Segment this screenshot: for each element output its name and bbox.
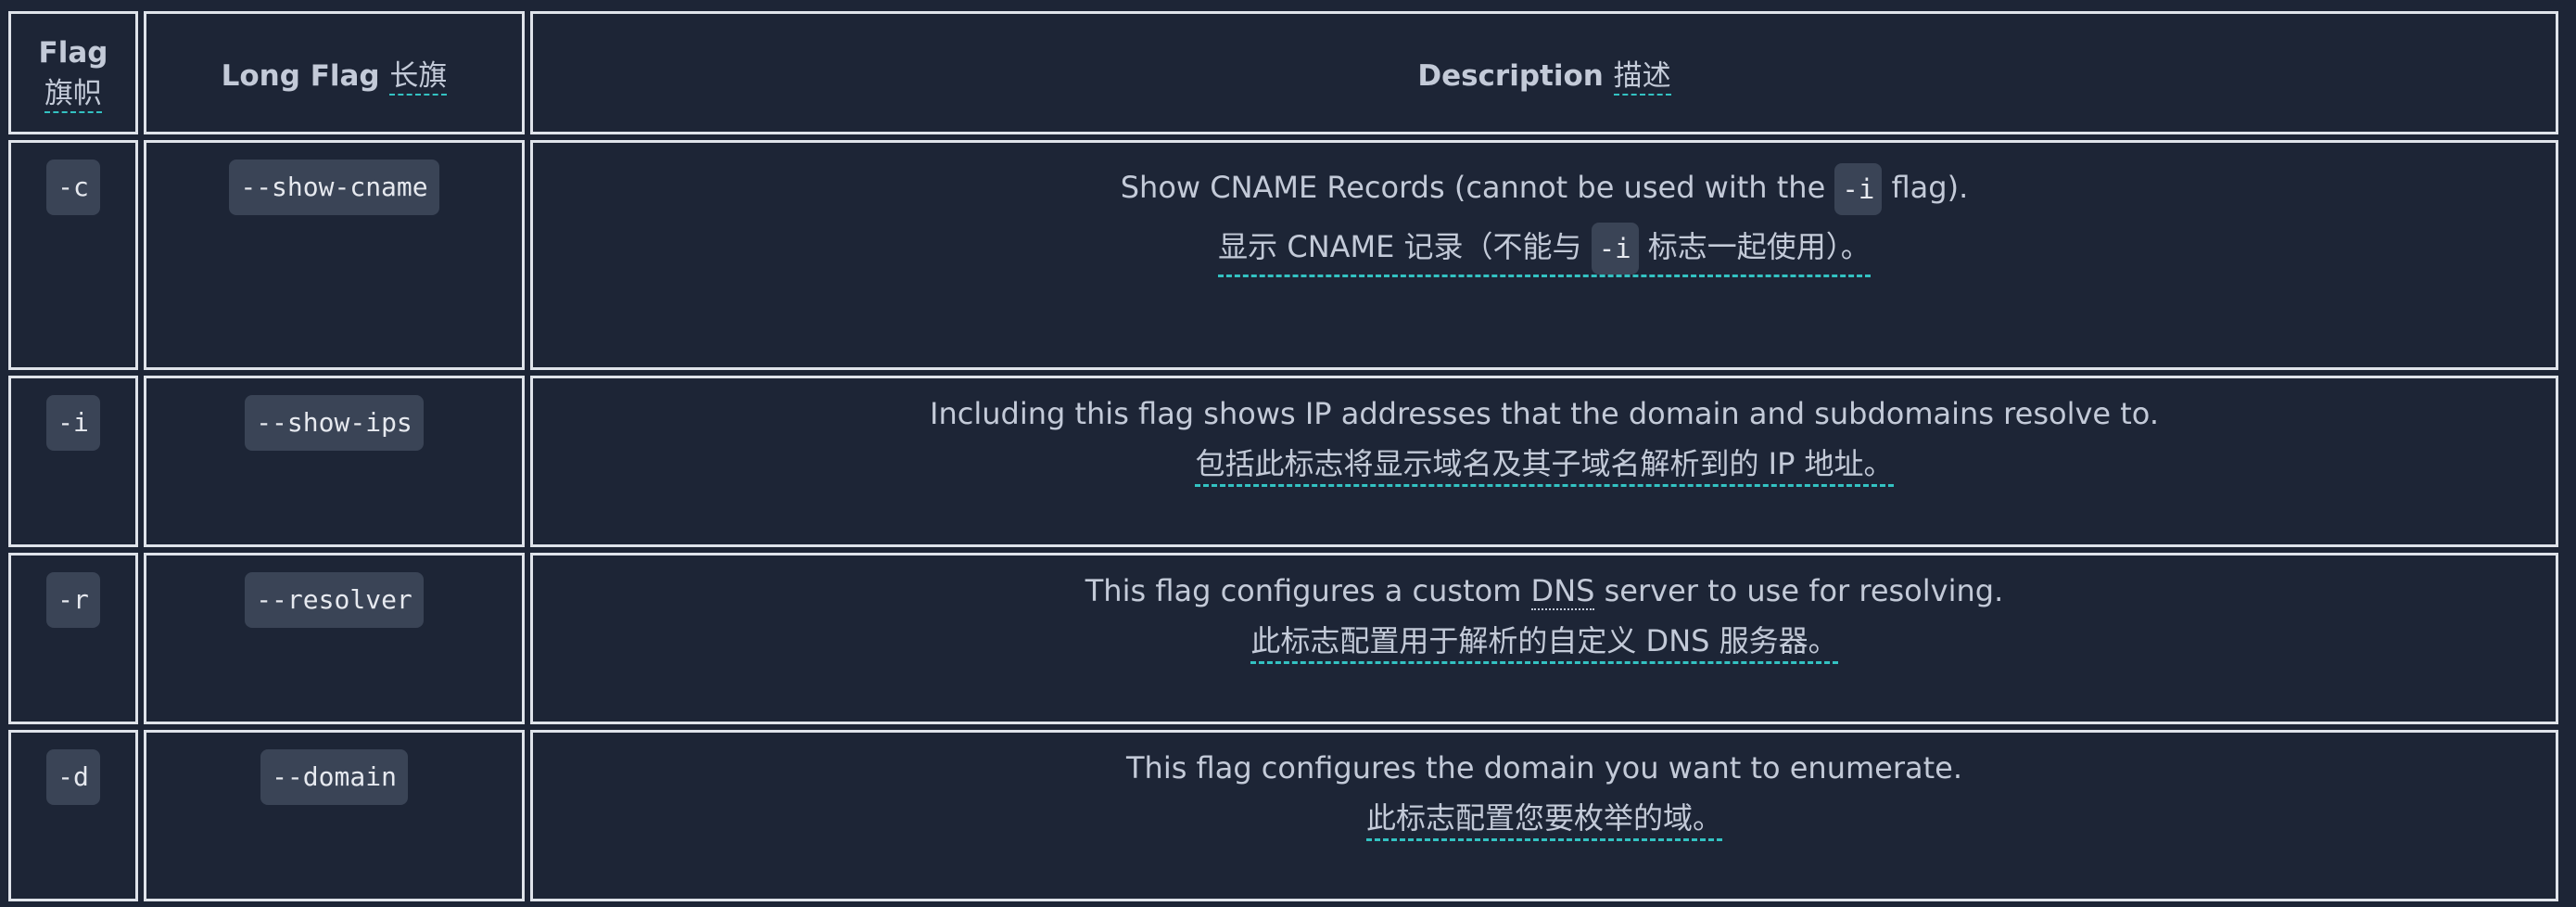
- description-en: Show CNAME Records (cannot be used with …: [534, 163, 2555, 215]
- description-en: Including this flag shows IP addresses t…: [930, 396, 2159, 431]
- description-en: This flag configures a custom DNS server…: [534, 567, 2555, 615]
- header-flag-zh: 旗帜: [44, 76, 102, 113]
- header-long-en: Long Flag: [221, 59, 380, 93]
- table-row: -i --show-ips Including this flag shows …: [8, 376, 2558, 547]
- inline-code: -i: [1834, 163, 1883, 215]
- flag-code: -r: [46, 572, 100, 628]
- flag-cell: -i: [8, 376, 138, 547]
- description-zh-line: 显示 CNAME 记录（不能与 -i 标志一起使用）。: [534, 223, 2555, 277]
- header-desc-zh: 描述: [1613, 59, 1671, 96]
- description-zh: 此标志配置用于解析的自定义 DNS 服务器。: [1250, 620, 1838, 664]
- description-zh-line: 包括此标志将显示域名及其子域名解析到的 IP 地址。: [534, 443, 2555, 487]
- flag-cell: -d: [8, 730, 138, 901]
- table-row: -c --show-cname Show CNAME Records (cann…: [8, 140, 2558, 370]
- flag-code: -c: [46, 160, 100, 215]
- description-zh-text: 显示 CNAME 记录（不能与: [1218, 229, 1582, 264]
- long-flag-code: --domain: [260, 749, 408, 805]
- description-cell: Show CNAME Records (cannot be used with …: [530, 140, 2558, 370]
- flag-cell: -r: [8, 553, 138, 724]
- long-flag-cell: --show-cname: [144, 140, 525, 370]
- long-flag-cell: --resolver: [144, 553, 525, 724]
- description-en: This flag configures the domain you want…: [1125, 750, 1963, 786]
- table-row: -r --resolver This flag configures a cus…: [8, 553, 2558, 724]
- header-flag-en: Flag: [38, 35, 108, 70]
- description-zh: 包括此标志将显示域名及其子域名解析到的 IP 地址。: [1195, 443, 1894, 487]
- description-en-text: server to use for resolving.: [1604, 573, 2004, 608]
- header-long-flag: Long Flag 长旗: [144, 11, 525, 134]
- long-flag-code: --resolver: [245, 572, 424, 628]
- description-zh: 此标志配置您要枚举的域。: [1365, 798, 1722, 841]
- long-flag-cell: --domain: [144, 730, 525, 901]
- description-cell: Including this flag shows IP addresses t…: [530, 376, 2558, 547]
- inline-code: -i: [1591, 223, 1639, 275]
- description-zh: 显示 CNAME 记录（不能与 -i 标志一起使用）。: [1218, 223, 1871, 277]
- description-zh-line: 此标志配置您要枚举的域。: [534, 798, 2555, 841]
- header-description: Description 描述: [530, 11, 2558, 134]
- description-en-text: This flag configures a custom: [1085, 573, 1522, 608]
- long-flag-cell: --show-ips: [144, 376, 525, 547]
- flag-code: -d: [46, 749, 100, 805]
- flag-cell: -c: [8, 140, 138, 370]
- table-row: -d --domain This flag configures the dom…: [8, 730, 2558, 901]
- header-long-zh: 长旗: [389, 59, 448, 96]
- description-en-text: flag).: [1891, 170, 1969, 205]
- long-flag-code: --show-ips: [245, 395, 424, 451]
- dns-abbreviation[interactable]: DNS: [1530, 573, 1595, 610]
- description-cell: This flag configures a custom DNS server…: [530, 553, 2558, 724]
- header-flag: Flag 旗帜: [8, 11, 138, 134]
- header-desc-en: Description: [1417, 59, 1604, 93]
- table-header-row: Flag 旗帜 Long Flag 长旗 Description 描述: [8, 11, 2558, 134]
- description-en-text: Show CNAME Records (cannot be used with …: [1120, 170, 1826, 205]
- flags-table: Flag 旗帜 Long Flag 长旗 Description 描述 -c -…: [3, 6, 2564, 907]
- flag-code: -i: [46, 395, 100, 451]
- description-cell: This flag configures the domain you want…: [530, 730, 2558, 901]
- description-zh-text: 标志一起使用）。: [1647, 229, 1871, 264]
- flags-table-wrapper: Flag 旗帜 Long Flag 长旗 Description 描述 -c -…: [8, 11, 2570, 901]
- description-zh-line: 此标志配置用于解析的自定义 DNS 服务器。: [534, 620, 2555, 664]
- long-flag-code: --show-cname: [229, 160, 439, 215]
